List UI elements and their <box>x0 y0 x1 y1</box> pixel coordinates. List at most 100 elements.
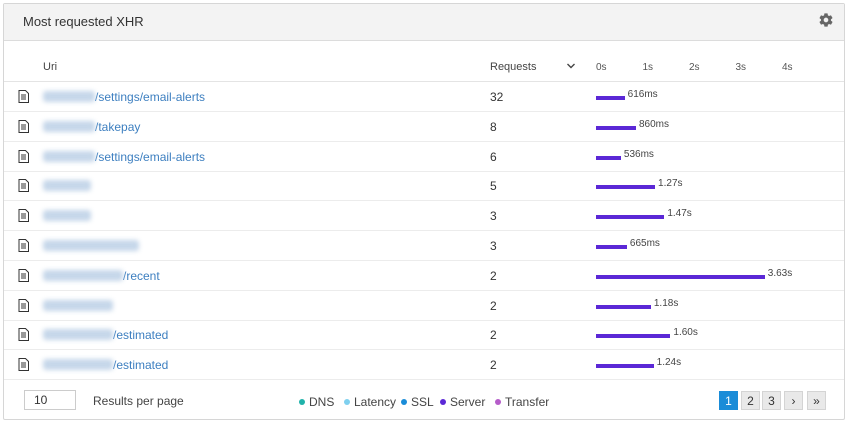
document-icon <box>18 149 29 163</box>
uri-link[interactable]: /takepay <box>43 120 140 134</box>
duration-label: 860ms <box>638 118 669 130</box>
duration-label: 536ms <box>623 148 654 160</box>
most-requested-xhr-panel: Most requested XHR Uri Requests 0s 1s 2s 3s… <box>3 3 845 420</box>
document-icon <box>18 268 29 282</box>
request-count: 8 <box>490 119 497 134</box>
legend-dot-icon <box>299 399 305 405</box>
table-row[interactable]: /estimated 2 1.24s <box>4 350 844 381</box>
uri-path: /settings/email-alerts <box>95 90 206 104</box>
table-row[interactable]: /settings/email-alerts 32 616ms <box>4 82 844 112</box>
request-count: 3 <box>490 239 497 253</box>
document-icon <box>18 239 29 252</box>
server-timing-bar <box>596 274 765 279</box>
uri-link[interactable]: /estimated <box>43 328 168 342</box>
time-tick-label: 0s <box>596 62 607 73</box>
redacted-uri-host <box>43 240 139 251</box>
legend-item: DNS <box>299 395 334 409</box>
document-icon <box>18 358 29 372</box>
results-per-page-label: Results per page <box>93 394 184 408</box>
request-count: 2 <box>490 268 497 283</box>
request-count: 2 <box>490 328 497 343</box>
request-count: 2 <box>490 358 497 373</box>
table-row[interactable]: /recent 2 3.63s <box>4 261 844 291</box>
server-timing-bar <box>596 155 621 160</box>
table-row[interactable]: 2 1.18s <box>4 291 844 321</box>
redacted-uri-host <box>43 269 123 281</box>
legend-label: Server <box>450 395 486 409</box>
time-tick-label: 1s <box>642 62 654 73</box>
legend-label: Transfer <box>505 395 550 409</box>
redacted-uri-host <box>43 329 113 341</box>
redacted-uri-host <box>43 210 91 222</box>
legend-dot-icon <box>401 399 407 405</box>
page-button-3[interactable]: 3 <box>762 391 781 410</box>
document-icon <box>18 328 29 342</box>
panel-title: Most requested XHR <box>23 14 144 29</box>
server-timing-bar <box>596 334 671 339</box>
column-header-requests[interactable]: Requests <box>490 61 536 73</box>
duration-label: 3.63s <box>767 267 793 279</box>
uri-link[interactable]: /estimated <box>43 358 168 372</box>
results-per-page-input[interactable] <box>24 390 76 410</box>
server-timing-bar <box>596 304 651 309</box>
sort-chevron-down-icon[interactable] <box>566 61 576 71</box>
table-row[interactable]: /estimated 2 1.60s <box>4 320 844 351</box>
table-row[interactable]: 5 1.27s <box>4 171 844 202</box>
redacted-uri-host <box>43 120 95 132</box>
request-count: 6 <box>490 149 497 164</box>
uri-path: /takepay <box>95 119 141 134</box>
legend-label: DNS <box>309 395 335 409</box>
legend-dot-icon <box>344 399 350 405</box>
time-tick-label: 4s <box>782 62 793 73</box>
uri-path: /estimated <box>113 328 169 343</box>
uri-link[interactable] <box>43 179 91 193</box>
table-row[interactable]: /settings/email-alerts 6 536ms <box>4 142 844 172</box>
legend-item: Latency <box>344 395 396 409</box>
server-timing-bar <box>596 245 627 249</box>
server-timing-bar <box>596 215 665 220</box>
document-icon <box>18 179 29 193</box>
server-timing-bar <box>596 185 656 190</box>
table-header: Uri Requests 0s 1s 2s 3s 4s <box>4 41 844 82</box>
duration-label: 1.27s <box>658 178 683 190</box>
uri-link[interactable]: /settings/email-alerts <box>43 150 205 164</box>
document-icon <box>18 119 29 133</box>
column-header-uri[interactable]: Uri <box>43 61 57 73</box>
redacted-uri-host <box>43 359 113 371</box>
duration-label: 1.60s <box>673 327 698 339</box>
document-icon <box>18 90 29 103</box>
page-button-2[interactable]: 2 <box>741 391 760 410</box>
time-tick-label: 2s <box>689 62 700 73</box>
time-tick-label: 3s <box>735 62 747 73</box>
uri-link[interactable]: /recent <box>43 269 160 283</box>
panel-header: Most requested XHR <box>4 4 844 41</box>
gear-icon[interactable] <box>818 12 834 28</box>
server-timing-bar <box>596 125 636 130</box>
request-count: 32 <box>490 90 504 104</box>
redacted-uri-host <box>43 299 113 311</box>
table-row[interactable]: 3 1.47s <box>4 201 844 232</box>
uri-path: /settings/email-alerts <box>95 149 206 164</box>
server-timing-bar <box>596 96 625 100</box>
table-row[interactable]: /takepay 8 860ms <box>4 112 844 142</box>
server-timing-bar <box>596 364 654 369</box>
legend-label: Latency <box>354 395 397 409</box>
request-count: 5 <box>490 179 497 194</box>
uri-link[interactable] <box>43 299 113 313</box>
uri-path: /estimated <box>113 358 169 373</box>
redacted-uri-host <box>43 150 95 162</box>
uri-path: /recent <box>123 268 160 283</box>
legend-item: Server <box>440 395 485 409</box>
page-button-1[interactable]: 1 <box>719 391 738 410</box>
legend-dot-icon <box>495 399 501 405</box>
uri-link[interactable] <box>43 239 139 253</box>
uri-link[interactable] <box>43 209 91 223</box>
legend-label: SSL <box>411 395 434 409</box>
last-page-button[interactable]: » <box>807 391 826 410</box>
redacted-uri-host <box>43 180 91 192</box>
table-row[interactable]: 3 665ms <box>4 231 844 261</box>
uri-link[interactable]: /settings/email-alerts <box>43 90 205 104</box>
duration-label: 665ms <box>629 238 660 249</box>
legend-item: SSL <box>401 395 434 409</box>
next-page-button[interactable]: › <box>784 391 803 410</box>
